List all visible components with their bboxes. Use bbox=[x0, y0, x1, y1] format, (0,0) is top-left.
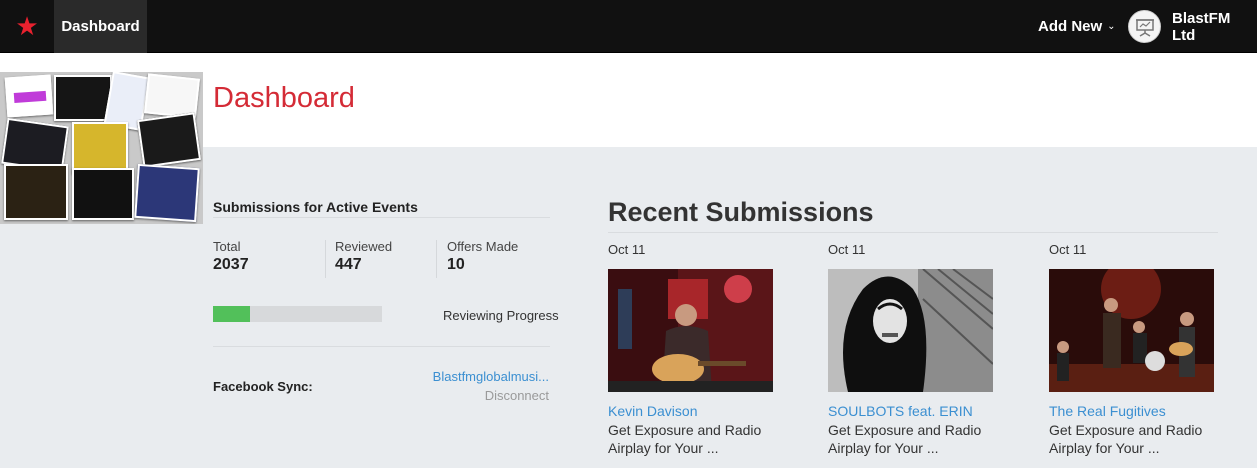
submission-photo[interactable] bbox=[828, 269, 993, 392]
stat-total-value: 2037 bbox=[213, 256, 249, 273]
progress-fill bbox=[213, 306, 251, 322]
reviewing-progress-bar bbox=[213, 306, 382, 322]
submission-artist-link[interactable]: Kevin Davison bbox=[608, 403, 788, 419]
submission-photo[interactable] bbox=[608, 269, 773, 392]
add-new-menu[interactable]: Add New ⌄ bbox=[1038, 0, 1116, 53]
submission-description: Get Exposure and Radio Airplay for Your … bbox=[608, 422, 762, 456]
submission-card[interactable]: Oct 11 Kevin Davison Get Exposure and Ra… bbox=[608, 242, 788, 457]
avatar[interactable] bbox=[1128, 10, 1161, 43]
nav-dashboard-tab[interactable]: Dashboard bbox=[54, 0, 147, 53]
stat-offers-label: Offers Made bbox=[447, 239, 519, 254]
submission-date: Oct 11 bbox=[1049, 242, 1087, 257]
divider bbox=[436, 240, 437, 278]
sidebar-background bbox=[0, 224, 203, 468]
submission-artist-link[interactable]: The Real Fugitives bbox=[1049, 403, 1229, 419]
submission-photo[interactable] bbox=[1049, 269, 1214, 392]
submission-description: Get Exposure and Radio Airplay for Your … bbox=[828, 422, 982, 456]
stat-reviewed-label: Reviewed bbox=[335, 239, 393, 254]
progress-label: Reviewing Progress bbox=[443, 308, 559, 323]
stat-offers-value: 10 bbox=[447, 256, 465, 273]
profile-collage-image bbox=[0, 72, 203, 224]
divider bbox=[213, 217, 550, 218]
facebook-account-link[interactable]: Blastfmglobalmusi... bbox=[433, 369, 549, 384]
top-nav: ★ Dashboard Add New ⌄ BlastFM Ltd bbox=[0, 0, 1257, 53]
add-new-label: Add New bbox=[1038, 18, 1103, 35]
stat-total-label: Total bbox=[213, 239, 241, 254]
facebook-disconnect-link[interactable]: Disconnect bbox=[485, 388, 549, 403]
stat-reviewed-value: 447 bbox=[335, 256, 362, 273]
divider bbox=[325, 240, 326, 278]
submission-card[interactable]: Oct 11 The Real Fugitives Get Exposure a… bbox=[1049, 242, 1229, 457]
submission-date: Oct 11 bbox=[608, 242, 646, 257]
submission-artist-link[interactable]: SOULBOTS feat. ERIN bbox=[828, 403, 1008, 419]
divider bbox=[608, 232, 1218, 233]
account-name[interactable]: BlastFM Ltd bbox=[1172, 0, 1257, 53]
star-logo-icon[interactable]: ★ bbox=[0, 0, 54, 53]
chevron-down-icon: ⌄ bbox=[1107, 21, 1116, 32]
presentation-board-icon bbox=[1135, 18, 1154, 37]
facebook-sync-label: Facebook Sync: bbox=[213, 379, 313, 394]
submissions-heading: Submissions for Active Events bbox=[213, 199, 418, 215]
submission-card[interactable]: Oct 11 SOULBOTS feat. ERIN Get Exposure … bbox=[828, 242, 1008, 457]
page-title: Dashboard bbox=[213, 82, 355, 114]
submission-description: Get Exposure and Radio Airplay for Your … bbox=[1049, 422, 1203, 456]
divider bbox=[213, 346, 550, 347]
submission-date: Oct 11 bbox=[828, 242, 866, 257]
recent-submissions-heading: Recent Submissions bbox=[608, 197, 874, 227]
